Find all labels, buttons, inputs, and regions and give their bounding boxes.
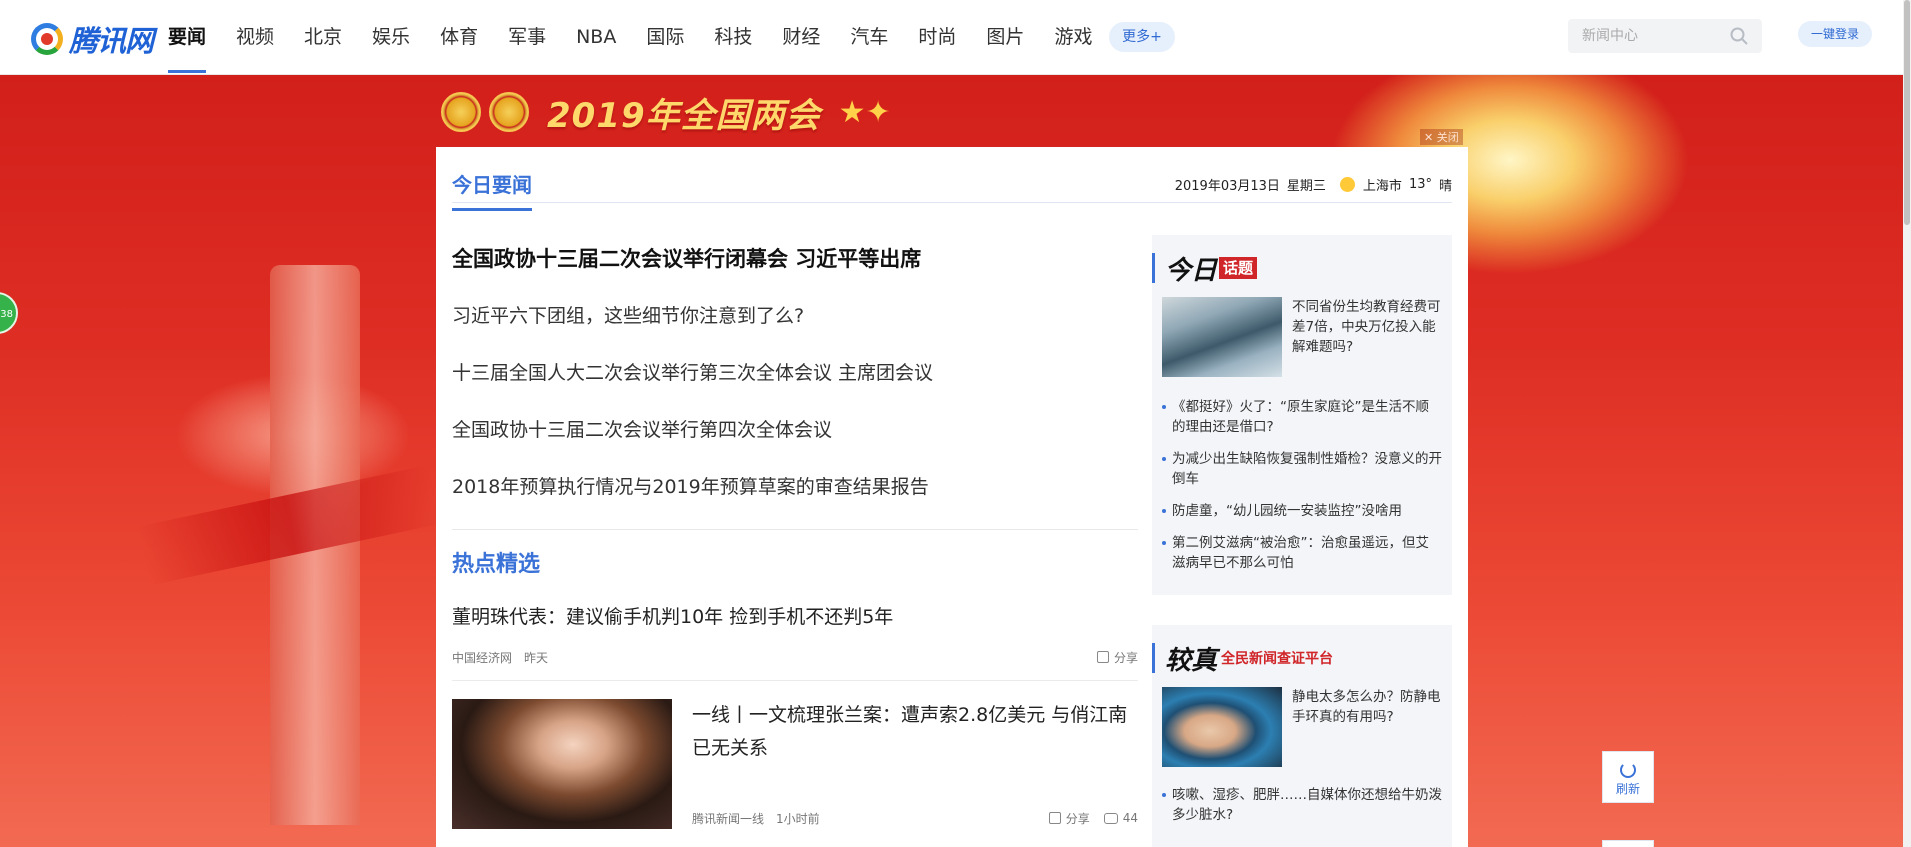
topic-list-item[interactable]: 防虐童，“幼儿园统一安装监控”没啥用 <box>1162 501 1442 521</box>
share-label[interactable]: 分享 <box>1066 810 1090 827</box>
feed-item-meta: 中国经济网 昨天 分享 <box>452 648 1138 666</box>
nav-item-finance[interactable]: 财经 <box>782 0 820 75</box>
headline-column: 全国政协十三届二次会议举行闭幕会 习近平等出席 习近平六下团组，这些细节你注意到… <box>452 203 1138 839</box>
nav-item-sports[interactable]: 体育 <box>440 0 478 75</box>
hot-picks-title: 热点精选 <box>452 552 541 577</box>
headline-link[interactable]: 习近平六下团组，这些细节你注意到了么? <box>452 301 1138 331</box>
fact-check-subtitle: 全民新闻查证平台 <box>1221 651 1334 667</box>
feed-time: 1小时前 <box>776 811 820 826</box>
feed-source[interactable]: 腾讯新闻一线 <box>692 810 764 827</box>
weather-text: 晴 <box>1438 179 1452 194</box>
refresh-button[interactable]: 刷新 <box>1602 751 1654 803</box>
tencent-logo-icon <box>28 20 66 58</box>
page-scrollbar[interactable] <box>1903 0 1911 847</box>
feed-item-title[interactable]: 一线丨一文梳理张兰案：遭声索2.8亿美元 与俏江南已无关系 <box>692 699 1138 765</box>
image-feed-item[interactable]: 一线丨一文梳理张兰案：遭声索2.8亿美元 与俏江南已无关系 腾讯新闻一线 1小时… <box>452 699 1138 839</box>
scrollbar-thumb[interactable] <box>1904 0 1910 225</box>
fact-check-list: 咳嗽、湿疹、肥胖……自媒体你还想给牛奶泼多少脏水? <box>1162 785 1442 837</box>
topic-list-item[interactable]: 《都挺好》火了：“原生家庭论”是生活不顺的理由还是借口? <box>1162 397 1442 437</box>
topic-feature-title[interactable]: 不同省份生均教育经费可差7倍，中央万亿投入能解难题吗? <box>1292 297 1442 357</box>
share-icon[interactable] <box>1048 812 1061 824</box>
today-topic-panel: 今日 话题 不同省份生均教育经费可差7倍，中央万亿投入能解难题吗? 《都挺好》火… <box>1152 235 1452 595</box>
cppcc-emblem-icon <box>489 92 529 132</box>
fact-check-feature-item[interactable]: 静电太多怎么办？防静电手环真的有用吗? <box>1162 687 1442 767</box>
feed-item-meta: 腾讯新闻一线 1小时前 分享 44 <box>692 809 1138 827</box>
fact-check-panel: 较真 全民新闻查证平台 静电太多怎么办？防静电手环真的有用吗? 咳嗽、湿疹、肥胖… <box>1152 625 1452 847</box>
national-emblem-icon <box>441 92 481 132</box>
temperature-text: 13° <box>1408 177 1432 192</box>
share-icon <box>1096 651 1109 663</box>
five-stars-icon: ★✦ <box>838 94 891 130</box>
weekday-text: 星期三 <box>1286 179 1326 194</box>
zhang-lan-portrait-thumbnail[interactable] <box>452 699 672 829</box>
nav-item-fashion[interactable]: 时尚 <box>918 0 956 75</box>
nav-item-games[interactable]: 游戏 <box>1054 0 1092 75</box>
main-news-card: 今日要闻 2019年03月13日 星期三 上海市 13° 晴 全国政协十三届二次… <box>436 147 1468 847</box>
search-box <box>1568 19 1762 53</box>
more-channels-button[interactable]: 更多+ <box>1109 22 1175 52</box>
classroom-thumbnail[interactable] <box>1162 297 1282 377</box>
floating-tool-button[interactable] <box>1602 840 1654 847</box>
share-and-comments: 分享 44 <box>1048 810 1138 827</box>
city-text[interactable]: 上海市 <box>1363 175 1402 194</box>
nav-item-nba[interactable]: NBA <box>576 0 616 75</box>
nav-item-military[interactable]: 军事 <box>508 0 546 75</box>
today-topic-title: 今日 <box>1165 255 1218 286</box>
section-divider <box>452 529 1138 530</box>
banner-close-button[interactable]: ✕ 关闭 <box>1420 129 1463 145</box>
feed-divider <box>452 680 1138 681</box>
refresh-icon <box>1620 762 1636 778</box>
headline-link[interactable]: 全国政协十三届二次会议举行第四次全体会议 <box>452 415 1138 445</box>
feed-source[interactable]: 中国经济网 <box>452 649 512 666</box>
feed-item-title[interactable]: 董明珠代表：建议偷手机判10年 捡到手机不还判5年 <box>452 602 1138 632</box>
channel-nav: 要闻 视频 北京 娱乐 体育 军事 NBA 国际 科技 财经 汽车 时尚 图片 … <box>168 0 1122 75</box>
feed-time: 昨天 <box>524 650 549 665</box>
nav-item-video[interactable]: 视频 <box>236 0 274 75</box>
topic-list-item[interactable]: 第二例艾滋病“被治愈”：治愈虽遥远，但艾滋病早已不那么可怕 <box>1162 533 1442 573</box>
topic-list: 《都挺好》火了：“原生家庭论”是生活不顺的理由还是借口? 为减少出生缺陷恢复强制… <box>1162 397 1442 585</box>
refresh-label: 刷新 <box>1615 782 1640 796</box>
headline-link[interactable]: 2018年预算执行情况与2019年预算草案的审查结果报告 <box>452 472 1138 502</box>
sunny-weather-icon <box>1339 177 1355 192</box>
top-navigation-bar: 腾讯网 要闻 视频 北京 娱乐 体育 军事 NBA 国际 科技 财经 汽车 时尚… <box>0 0 1911 75</box>
card-header: 今日要闻 2019年03月13日 星期三 上海市 13° 晴 <box>452 147 1452 211</box>
search-icon[interactable] <box>1730 27 1748 45</box>
nav-item-entertainment[interactable]: 娱乐 <box>372 0 410 75</box>
fact-check-title: 较真 <box>1165 645 1218 676</box>
topic-tag: 话题 <box>1219 257 1258 279</box>
nav-item-yaowen[interactable]: 要闻 <box>168 0 207 75</box>
banner-title: 2019年全国两会 <box>547 95 821 136</box>
date-text: 2019年03月13日 <box>1174 179 1280 194</box>
today-topic-header: 今日 话题 <box>1152 253 1258 286</box>
topic-list-item[interactable]: 为减少出生缺陷恢复强制性婚检？没意义的开倒车 <box>1162 449 1442 489</box>
nav-item-tech[interactable]: 科技 <box>714 0 752 75</box>
share-button[interactable]: 分享 <box>1096 649 1138 666</box>
date-weather-info: 2019年03月13日 星期三 上海市 13° 晴 <box>1175 175 1452 194</box>
fact-check-feature-title[interactable]: 静电太多怎么办？防静电手环真的有用吗? <box>1292 687 1442 727</box>
fact-check-header: 较真 全民新闻查证平台 <box>1152 643 1334 676</box>
nav-item-beijing[interactable]: 北京 <box>304 0 342 75</box>
comment-icon[interactable] <box>1103 812 1118 824</box>
tencent-logo[interactable]: 腾讯网 <box>28 18 154 60</box>
nav-item-pictures[interactable]: 图片 <box>986 0 1024 75</box>
antistatic-wristband-thumbnail[interactable] <box>1162 687 1282 767</box>
banner-title-group: 2019年全国两会 ★✦ <box>441 80 891 144</box>
nav-item-international[interactable]: 国际 <box>646 0 684 75</box>
one-click-login-button[interactable]: 一键登录 <box>1798 21 1872 47</box>
search-input[interactable] <box>1568 19 1718 53</box>
logo-text: 腾讯网 <box>69 24 154 58</box>
topic-feature-item[interactable]: 不同省份生均教育经费可差7倍，中央万亿投入能解难题吗? <box>1162 297 1442 377</box>
comment-count[interactable]: 44 <box>1123 811 1138 825</box>
fact-check-list-item[interactable]: 咳嗽、湿疹、肥胖……自媒体你还想给牛奶泼多少脏水? <box>1162 785 1442 825</box>
nav-item-auto[interactable]: 汽车 <box>850 0 888 75</box>
headline-link[interactable]: 十三届全国人大二次会议举行第三次全体会议 主席团会议 <box>452 358 1138 388</box>
lead-headline[interactable]: 全国政协十三届二次会议举行闭幕会 习近平等出席 <box>452 244 1138 274</box>
share-label: 分享 <box>1113 650 1138 665</box>
